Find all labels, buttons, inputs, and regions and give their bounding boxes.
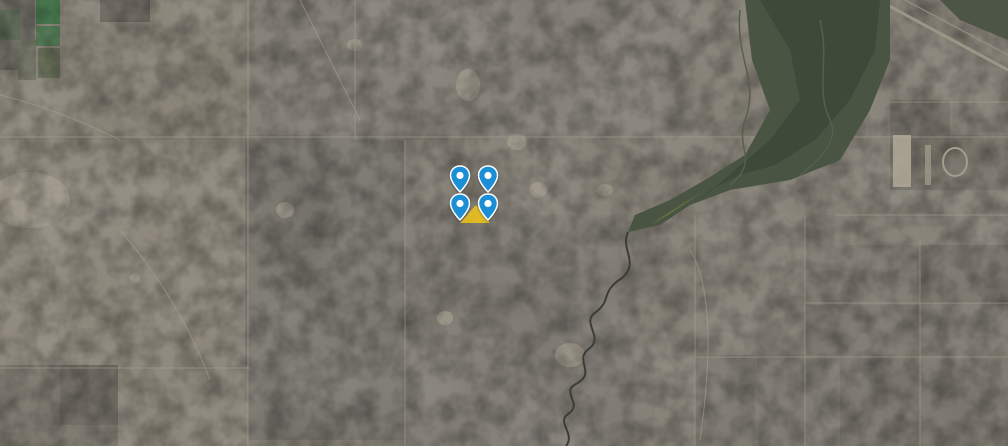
satellite-map[interactable]: [0, 0, 1008, 446]
map-pin-icon[interactable]: [477, 193, 499, 221]
map-pin-icon[interactable]: [449, 165, 471, 193]
map-pin-icon[interactable]: [477, 165, 499, 193]
map-pin-icon[interactable]: [449, 193, 471, 221]
satellite-imagery: [0, 0, 1008, 446]
